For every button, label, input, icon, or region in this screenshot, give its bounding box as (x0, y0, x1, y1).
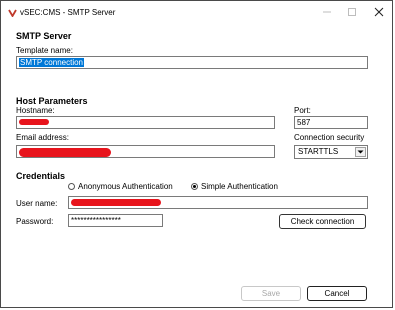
close-icon (374, 7, 384, 17)
hostname-redaction (19, 119, 49, 125)
port-input[interactable]: 587 (294, 116, 368, 129)
check-connection-button[interactable]: Check connection (279, 214, 366, 229)
smtp-heading: SMTP Server (16, 31, 72, 41)
template-name-input[interactable]: SMTP connection (16, 56, 368, 69)
email-address-label: Email address: (16, 133, 69, 142)
minimize-button[interactable] (319, 5, 335, 19)
maximize-icon (348, 8, 356, 16)
minimize-icon (323, 11, 331, 13)
dialog-window: vSEC:CMS - SMTP Server SMTP Server Templ… (0, 0, 393, 308)
save-button[interactable]: Save (241, 286, 301, 301)
simple-auth-label[interactable]: Simple Authentication (201, 182, 278, 191)
template-name-value: SMTP connection (19, 58, 84, 67)
connection-security-value: STARTTLS (298, 147, 339, 156)
email-redaction (19, 148, 111, 157)
window-title: vSEC:CMS - SMTP Server (20, 8, 116, 17)
port-label: Port: (294, 106, 311, 115)
username-redaction (71, 199, 161, 206)
close-button[interactable] (371, 5, 387, 19)
title-bar[interactable]: vSEC:CMS - SMTP Server (1, 1, 392, 24)
host-parameters-heading: Host Parameters (16, 96, 88, 106)
maximize-button[interactable] (344, 5, 360, 19)
password-label: Password: (16, 217, 54, 226)
anonymous-auth-radio[interactable] (68, 183, 75, 190)
hostname-input[interactable] (16, 116, 275, 129)
cancel-button[interactable]: Cancel (307, 286, 367, 301)
credentials-heading: Credentials (16, 171, 66, 181)
port-value: 587 (297, 118, 311, 127)
connection-security-select[interactable]: STARTTLS (294, 145, 368, 159)
app-logo-icon (8, 8, 17, 18)
password-value: **************** (71, 216, 121, 225)
simple-auth-radio[interactable] (191, 183, 198, 190)
username-label: User name: (16, 199, 58, 208)
connection-security-label: Connection security (294, 133, 365, 142)
template-name-label: Template name: (16, 46, 73, 55)
password-input[interactable]: **************** (68, 214, 163, 227)
dropdown-arrow-icon[interactable] (355, 147, 366, 157)
anonymous-auth-label[interactable]: Anonymous Authentication (78, 182, 173, 191)
hostname-label: Hostname: (16, 106, 55, 115)
